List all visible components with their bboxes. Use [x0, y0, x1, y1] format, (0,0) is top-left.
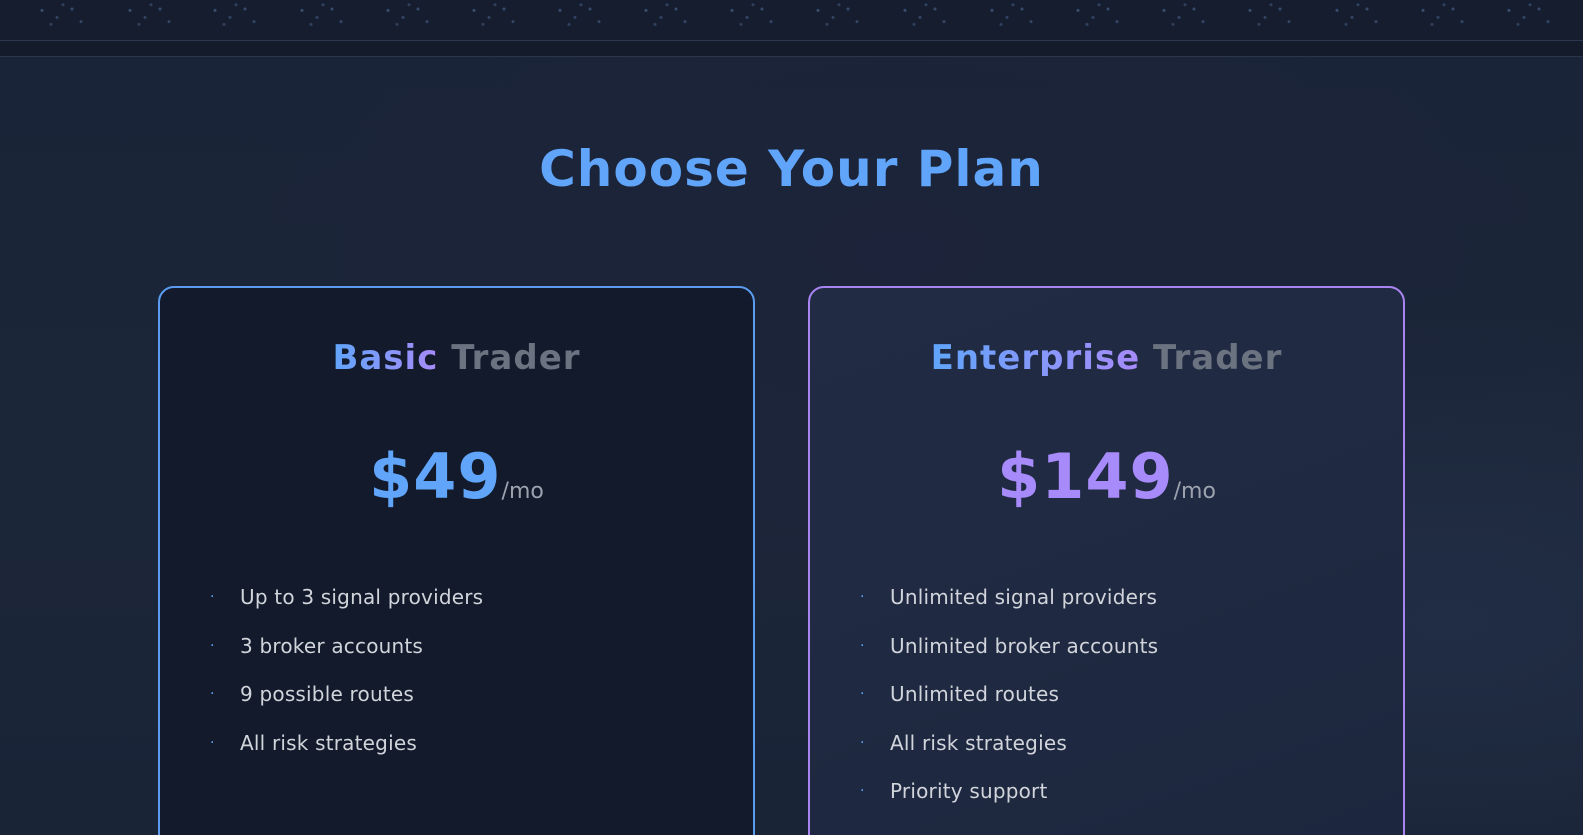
sparkle-decoration — [720, 2, 780, 30]
feature-text: Unlimited broker accounts — [890, 633, 1159, 658]
bullet-icon: · — [860, 686, 865, 702]
feature-text: All risk strategies — [240, 730, 417, 755]
list-item: · Priority support — [860, 778, 1158, 827]
feature-text: 9 possible routes — [240, 682, 414, 706]
plan-card-basic[interactable]: Basic Trader $49/mo · Up to 3 signal prov… — [158, 286, 755, 835]
list-item: · Unlimited signal providers — [860, 584, 1158, 633]
sparkle-decoration — [1066, 2, 1126, 30]
sparkle-decoration — [1152, 2, 1212, 30]
bullet-icon: · — [210, 734, 215, 751]
sparkle-decoration — [634, 2, 694, 30]
sparkle-decoration — [376, 2, 436, 30]
plan-tier-suffix: Trader — [451, 338, 581, 378]
sparkle-decoration — [1497, 2, 1557, 30]
plan-title: Basic Trader — [160, 338, 753, 378]
section-title: Choose Your Plan — [539, 140, 1044, 198]
plan-tier-suffix: Trader — [1153, 338, 1283, 378]
sparkle-decoration — [290, 2, 350, 30]
price-period: /mo — [501, 479, 544, 504]
list-item: · 3 broker accounts — [210, 633, 483, 682]
sparkle-decoration — [548, 2, 608, 30]
list-item: · 9 possible routes — [210, 681, 483, 730]
bullet-icon: · — [860, 589, 865, 605]
plan-tier-name: Basic — [332, 338, 439, 378]
sparkle-decoration — [1411, 2, 1471, 30]
bullet-icon: · — [860, 637, 865, 654]
list-item: · All risk strategies — [210, 730, 483, 779]
feature-text: Unlimited routes — [890, 682, 1060, 706]
feature-list: · Up to 3 signal providers · 3 broker acco… — [210, 584, 483, 778]
list-item: · All risk strategies — [860, 730, 1158, 779]
header-band — [0, 41, 1583, 56]
sparkle-decoration — [30, 2, 90, 30]
plan-tier-name: Enterprise — [930, 338, 1141, 378]
sparkle-decoration — [118, 2, 178, 30]
plan-card-enterprise[interactable]: Enterprise Trader $149/mo · Unlimited sig… — [808, 286, 1405, 835]
divider — [0, 56, 1583, 57]
plan-title: Enterprise Trader — [810, 338, 1403, 378]
sparkle-decoration — [980, 2, 1040, 30]
plan-price: $49/mo — [160, 440, 753, 513]
list-item: · Unlimited broker accounts — [860, 633, 1158, 682]
bullet-icon: · — [210, 637, 215, 654]
sparkle-decoration — [1238, 2, 1298, 30]
feature-text: Unlimited signal providers — [890, 585, 1158, 609]
bullet-icon: · — [210, 686, 215, 702]
sparkle-decoration — [1325, 2, 1385, 30]
sparkle-decoration — [893, 2, 953, 30]
plan-price: $149/mo — [810, 440, 1403, 513]
list-item: · Up to 3 signal providers — [210, 584, 483, 633]
price-amount: $49 — [369, 440, 502, 513]
price-period: /mo — [1173, 479, 1216, 504]
feature-text: Priority support — [890, 779, 1048, 803]
feature-list: · Unlimited signal providers · Unlimited b… — [860, 584, 1158, 827]
bullet-icon: · — [210, 589, 215, 605]
feature-text: 3 broker accounts — [240, 633, 424, 658]
sparkle-decoration — [203, 2, 263, 30]
sparkle-decoration — [806, 2, 866, 30]
bullet-icon: · — [860, 783, 865, 799]
list-item: · Unlimited routes — [860, 681, 1158, 730]
feature-text: All risk strategies — [890, 730, 1067, 755]
price-amount: $149 — [997, 440, 1174, 513]
sparkle-decoration — [462, 2, 522, 30]
decorative-header-strip — [0, 0, 1583, 40]
pricing-page: Choose Your Plan Basic Trader $49/mo · Up… — [0, 0, 1583, 835]
feature-text: Up to 3 signal providers — [240, 585, 484, 609]
bullet-icon: · — [860, 734, 865, 751]
